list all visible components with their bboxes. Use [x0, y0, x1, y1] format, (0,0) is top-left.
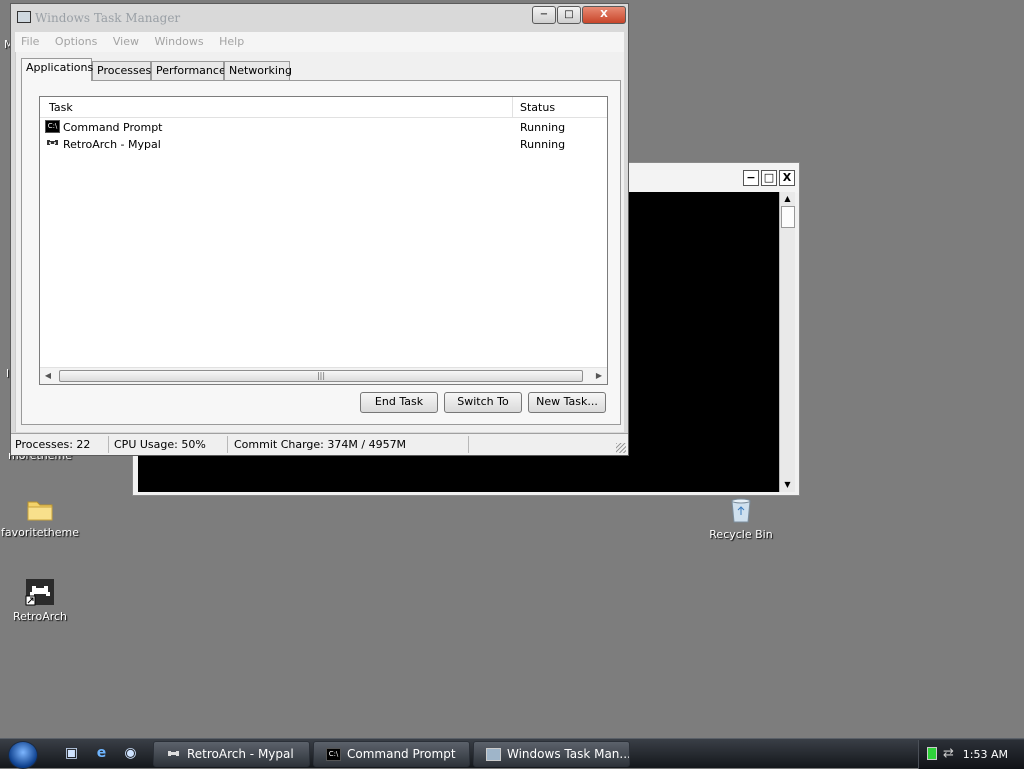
- taskbar-button-label: RetroArch - Mypal: [187, 747, 294, 761]
- taskbar-button-retroarch[interactable]: RetroArch - Mypal: [153, 741, 310, 767]
- tab-networking[interactable]: Networking: [224, 61, 292, 80]
- resize-grip-icon[interactable]: [616, 443, 626, 453]
- horizontal-scrollbar[interactable]: ◀ ||| ▶: [40, 367, 607, 384]
- tab-processes[interactable]: Processes: [92, 61, 151, 80]
- task-status: Running: [520, 138, 566, 151]
- tab-applications[interactable]: Applications: [21, 58, 93, 81]
- scroll-thumb[interactable]: [781, 206, 795, 228]
- retroarch-shortcut-icon: [25, 579, 54, 606]
- recycle-bin-icon: [731, 498, 751, 523]
- menu-file[interactable]: File: [15, 32, 45, 48]
- cmd-icon: C:\: [326, 748, 341, 761]
- desktop-icon-label: RetroArch: [12, 610, 68, 623]
- scroll-up-arrow-icon[interactable]: ▲: [780, 192, 795, 206]
- window-title: Windows Task Manager: [35, 11, 181, 25]
- desktop-icon-recycle-bin[interactable]: Recycle Bin: [701, 496, 781, 541]
- applications-panel: Task Status C:\ Command Prompt Running R…: [21, 80, 621, 425]
- console-minimize-button[interactable]: −: [743, 170, 759, 186]
- task-manager-titlebar[interactable]: Windows Task Manager − □ X: [11, 4, 628, 33]
- tab-performance[interactable]: Performance: [151, 61, 226, 80]
- network-icon[interactable]: ⇄: [943, 746, 954, 761]
- desktop-partial-label: l: [6, 367, 10, 380]
- system-tray: ⇄ 1:53 AM: [918, 740, 1024, 769]
- battery-icon[interactable]: [927, 747, 937, 760]
- task-name: RetroArch - Mypal: [63, 138, 161, 151]
- close-button[interactable]: X: [582, 6, 626, 24]
- processes-count: Processes: 22: [15, 438, 91, 451]
- task-manager-icon: [486, 748, 501, 761]
- scroll-down-arrow-icon[interactable]: ▼: [780, 478, 795, 492]
- cpu-usage: CPU Usage: 50%: [114, 438, 206, 451]
- commit-charge: Commit Charge: 374M / 4957M: [234, 438, 407, 451]
- status-divider: [468, 436, 469, 453]
- internet-explorer-icon[interactable]: e: [93, 745, 110, 762]
- menu-help[interactable]: Help: [213, 32, 250, 48]
- scroll-thumb[interactable]: |||: [59, 370, 583, 382]
- desktop-icon-label: favoritetheme: [0, 526, 80, 539]
- task-name: Command Prompt: [63, 121, 163, 134]
- applications-list[interactable]: Task Status C:\ Command Prompt Running R…: [39, 96, 608, 385]
- list-header: Task Status: [40, 97, 607, 118]
- maximize-button[interactable]: □: [557, 6, 581, 24]
- scroll-right-arrow-icon[interactable]: ▶: [591, 368, 607, 384]
- taskbar-button-command-prompt[interactable]: C:\ Command Prompt: [313, 741, 470, 767]
- column-header-task[interactable]: Task: [49, 101, 73, 114]
- list-item[interactable]: C:\ Command Prompt Running: [45, 119, 605, 136]
- desktop-icon-favoritetheme[interactable]: favoritetheme: [0, 496, 80, 539]
- task-manager-body: Applications Processes Performance Netwo…: [15, 52, 624, 432]
- media-player-icon[interactable]: ◉: [122, 745, 139, 762]
- console-close-button[interactable]: X: [779, 170, 795, 186]
- new-task-button[interactable]: New Task...: [528, 392, 606, 413]
- cmd-icon: C:\: [45, 120, 60, 133]
- status-divider: [108, 436, 109, 453]
- menu-bar: File Options View Windows Help: [15, 32, 624, 52]
- console-maximize-button[interactable]: □: [761, 170, 777, 186]
- taskbar: ▣ e ◉ RetroArch - Mypal C:\ Command Prom…: [0, 738, 1024, 769]
- menu-view[interactable]: View: [107, 32, 145, 48]
- scroll-left-arrow-icon[interactable]: ◀: [40, 368, 56, 384]
- show-desktop-icon[interactable]: ▣: [63, 745, 80, 762]
- end-task-button[interactable]: End Task: [360, 392, 438, 413]
- console-vertical-scrollbar[interactable]: ▲ ▼: [779, 192, 795, 492]
- desktop-icon-label: Recycle Bin: [709, 528, 773, 541]
- taskbar-button-task-manager[interactable]: Windows Task Man...: [473, 741, 630, 767]
- taskbar-button-label: Windows Task Man...: [507, 747, 630, 761]
- menu-windows[interactable]: Windows: [148, 32, 209, 48]
- status-divider: [227, 436, 228, 453]
- column-header-status[interactable]: Status: [520, 101, 555, 114]
- minimize-button[interactable]: −: [532, 6, 556, 24]
- task-manager-icon: [17, 11, 31, 23]
- retroarch-icon: [45, 137, 60, 150]
- task-status: Running: [520, 121, 566, 134]
- status-bar: Processes: 22 CPU Usage: 50% Commit Char…: [11, 433, 628, 455]
- taskbar-button-label: Command Prompt: [347, 747, 456, 761]
- desktop-icon-retroarch[interactable]: RetroArch: [0, 578, 80, 623]
- task-manager-window[interactable]: Windows Task Manager − □ X File Options …: [10, 3, 629, 456]
- clock[interactable]: 1:53 AM: [963, 748, 1008, 761]
- folder-icon: [27, 501, 53, 521]
- menu-options[interactable]: Options: [49, 32, 103, 48]
- retroarch-icon: [168, 751, 179, 756]
- switch-to-button[interactable]: Switch To: [444, 392, 522, 413]
- column-divider[interactable]: [512, 97, 513, 118]
- list-item[interactable]: RetroArch - Mypal Running: [45, 136, 605, 153]
- start-button[interactable]: [8, 741, 38, 769]
